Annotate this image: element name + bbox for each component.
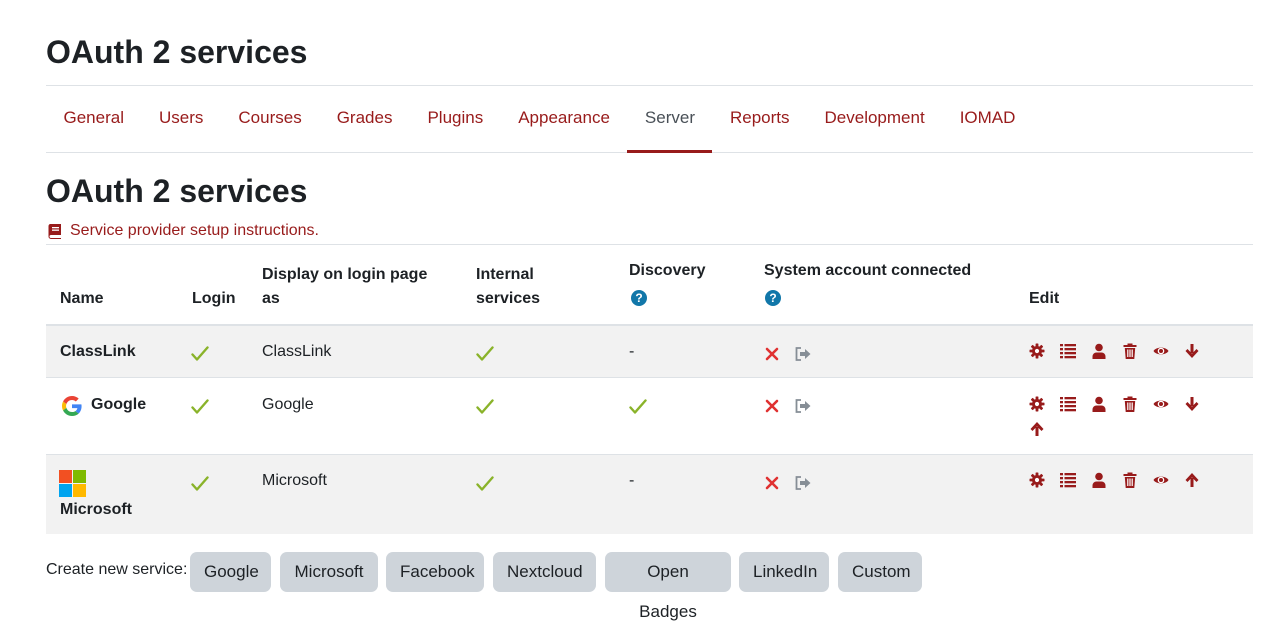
col-header-display: Display on login page as bbox=[262, 263, 427, 311]
internal-check-icon bbox=[476, 346, 494, 361]
create-service-label: Create new service: bbox=[46, 561, 188, 578]
create-linkedin-button[interactable]: LinkedIn bbox=[739, 552, 829, 592]
eye-icon[interactable] bbox=[1153, 472, 1169, 488]
user-icon[interactable] bbox=[1091, 472, 1107, 488]
gear-icon[interactable] bbox=[1029, 396, 1045, 412]
eye-icon[interactable] bbox=[1153, 396, 1169, 412]
display-as: Google bbox=[262, 396, 314, 413]
discovery-value: - bbox=[629, 343, 635, 360]
list-icon[interactable] bbox=[1060, 396, 1076, 412]
tab-server[interactable]: Server bbox=[627, 86, 713, 153]
list-icon[interactable] bbox=[1060, 472, 1076, 488]
arrow-up-icon[interactable] bbox=[1184, 472, 1200, 488]
discovery-check-icon bbox=[629, 399, 647, 414]
google-logo-icon bbox=[62, 396, 82, 416]
col-header-name: Name bbox=[60, 290, 104, 307]
table-row bbox=[46, 455, 1253, 534]
connect-sign-in-icon[interactable] bbox=[794, 398, 812, 414]
col-header-internal-line2: services bbox=[476, 290, 541, 307]
connect-sign-in-icon[interactable] bbox=[794, 475, 812, 491]
internal-check-icon bbox=[476, 476, 494, 491]
col-header-display-line1: Display on login page bbox=[262, 266, 428, 283]
col-header-display-line2: as bbox=[262, 290, 280, 307]
trash-icon[interactable] bbox=[1122, 472, 1138, 488]
gear-icon[interactable] bbox=[1029, 472, 1045, 488]
create-open-badges-button[interactable]: Open Badges bbox=[605, 552, 731, 621]
login-check-icon bbox=[191, 476, 209, 491]
connect-sign-in-icon[interactable] bbox=[794, 346, 812, 362]
not-connected-x-icon bbox=[765, 347, 779, 361]
system-account-help-icon[interactable]: ? bbox=[765, 290, 781, 306]
tab-reports[interactable]: Reports bbox=[712, 86, 807, 152]
user-icon[interactable] bbox=[1091, 343, 1107, 359]
microsoft-logo-icon bbox=[59, 470, 86, 497]
discovery-help-icon[interactable]: ? bbox=[631, 290, 647, 306]
create-nextcloud-button[interactable]: Nextcloud bbox=[493, 552, 596, 592]
col-header-system-account: System account connected bbox=[764, 262, 972, 279]
table-top-divider bbox=[46, 244, 1253, 245]
display-as: ClassLink bbox=[262, 343, 332, 360]
tab-appearance[interactable]: Appearance bbox=[501, 86, 628, 152]
tab-development[interactable]: Development bbox=[807, 86, 942, 152]
create-custom-button[interactable]: Custom bbox=[838, 552, 922, 592]
setup-instructions-link[interactable]: Service provider setup instructions. bbox=[47, 222, 319, 240]
tab-plugins[interactable]: Plugins bbox=[410, 86, 501, 152]
tab-users[interactable]: Users bbox=[141, 86, 220, 152]
service-name: ClassLink bbox=[60, 343, 136, 360]
col-header-internal: Internal services bbox=[476, 263, 540, 311]
login-check-icon bbox=[191, 346, 209, 361]
admin-tabs: General Users Courses Grades Plugins App… bbox=[46, 86, 1253, 153]
col-header-internal-line1: Internal bbox=[476, 266, 534, 283]
not-connected-x-icon bbox=[765, 476, 779, 490]
table-row bbox=[46, 378, 1253, 454]
trash-icon[interactable] bbox=[1122, 343, 1138, 359]
arrow-down-icon[interactable] bbox=[1184, 343, 1200, 359]
tab-iomad[interactable]: IOMAD bbox=[942, 86, 1033, 152]
tab-general[interactable]: General bbox=[46, 86, 141, 152]
create-microsoft-button[interactable]: Microsoft bbox=[280, 552, 378, 592]
eye-icon[interactable] bbox=[1153, 343, 1169, 359]
create-facebook-button[interactable]: Facebook bbox=[386, 552, 484, 592]
col-header-login: Login bbox=[192, 290, 236, 307]
tab-courses[interactable]: Courses bbox=[221, 86, 319, 152]
book-icon bbox=[48, 224, 61, 239]
display-as: Microsoft bbox=[262, 472, 327, 489]
list-icon[interactable] bbox=[1060, 343, 1076, 359]
user-icon[interactable] bbox=[1091, 396, 1107, 412]
col-header-edit: Edit bbox=[1029, 290, 1060, 307]
login-check-icon bbox=[191, 399, 209, 414]
tab-grades[interactable]: Grades bbox=[319, 86, 410, 152]
setup-instructions-text: Service provider setup instructions. bbox=[70, 222, 319, 239]
internal-check-icon bbox=[476, 399, 494, 414]
col-header-discovery: Discovery bbox=[629, 262, 706, 279]
page-title: OAuth 2 services bbox=[46, 34, 308, 70]
not-connected-x-icon bbox=[765, 399, 779, 413]
arrow-up-icon[interactable] bbox=[1029, 421, 1045, 437]
section-title: OAuth 2 services bbox=[46, 173, 308, 209]
gear-icon[interactable] bbox=[1029, 343, 1045, 359]
arrow-down-icon[interactable] bbox=[1184, 396, 1200, 412]
create-google-button[interactable]: Google bbox=[190, 552, 271, 592]
trash-icon[interactable] bbox=[1122, 396, 1138, 412]
discovery-value: - bbox=[629, 472, 635, 489]
service-name: Google bbox=[91, 396, 147, 413]
service-name: Microsoft bbox=[60, 501, 132, 518]
